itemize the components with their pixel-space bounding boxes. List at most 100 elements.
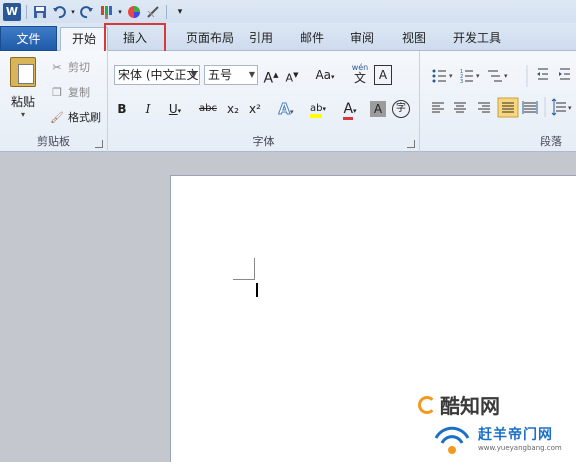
align-center-icon[interactable] <box>454 102 466 113</box>
watermark-url: www.yueyangbang.com <box>478 444 562 452</box>
grow-font-icon: A <box>263 70 274 87</box>
line-spacing-icon[interactable]: ▾ <box>551 98 572 116</box>
quick-access-toolbar: W ▾ ▾ ▾ <box>0 0 576 23</box>
grow-font-button[interactable]: A▲ <box>262 65 280 87</box>
strikethrough-button[interactable]: abc <box>196 99 220 119</box>
paste-icon <box>10 57 36 87</box>
text-cursor <box>256 283 258 297</box>
text-highlight-button[interactable]: ab▾ <box>304 99 332 119</box>
character-shading-button[interactable]: A <box>370 101 386 117</box>
multilevel-list-icon[interactable]: ▾ <box>488 70 508 82</box>
draw-icon[interactable] <box>145 4 161 20</box>
clipboard-group-label: 剪贴板 <box>37 135 70 148</box>
enclose-characters-button[interactable]: 字 <box>392 100 410 118</box>
font-color-icon: A <box>343 101 354 120</box>
tab-file[interactable]: 文件 <box>0 26 57 51</box>
change-case-icon: Aa <box>315 68 332 82</box>
tab-review[interactable]: 审阅 <box>347 27 377 51</box>
qat-separator <box>26 4 27 19</box>
paragraph-controls: ▾ 1 2 3 ▾ ▾ ▾ <box>432 65 572 118</box>
decrease-indent-icon[interactable] <box>537 68 548 80</box>
clipboard-group: 粘贴 ▾ ✂ 剪切 ❐ 复制 🖌 格式刷 剪贴板 <box>0 51 108 152</box>
svg-text:▾: ▾ <box>504 72 508 80</box>
font-name-select[interactable]: 宋体 (中文正文 ▼ <box>114 65 200 85</box>
align-right-icon[interactable] <box>478 102 490 113</box>
tab-page-layout[interactable]: 页面布局 <box>170 27 250 51</box>
tab-mailings[interactable]: 邮件 <box>297 27 327 51</box>
ribbon: 粘贴 ▾ ✂ 剪切 ❐ 复制 🖌 格式刷 剪贴板 宋体 (中文正文 ▼ 五号 ▼… <box>0 51 576 152</box>
font-group-label: 字体 <box>252 135 275 148</box>
cut-button[interactable]: ✂ 剪切 <box>50 59 90 75</box>
tab-references[interactable]: 引用 <box>246 27 276 51</box>
copy-icon: ❐ <box>52 85 62 99</box>
undo-dropdown-icon[interactable]: ▾ <box>70 4 76 20</box>
word-app-icon[interactable]: W <box>3 2 21 21</box>
svg-text:3: 3 <box>460 79 463 85</box>
font-size-value: 五号 <box>208 68 233 82</box>
customize-qat-icon[interactable]: ▾ <box>172 4 188 20</box>
format-painter-label: 格式刷 <box>68 111 101 124</box>
highlighter-icon: ab <box>310 103 323 118</box>
change-case-button[interactable]: Aa▾ <box>312 65 338 85</box>
format-painter-icon[interactable] <box>98 4 114 20</box>
svg-text:▾: ▾ <box>449 72 453 80</box>
italic-button[interactable]: I <box>140 99 156 119</box>
numbering-icon[interactable]: 1 2 3 ▾ <box>460 69 480 85</box>
justify-icon[interactable] <box>497 97 519 118</box>
document-page[interactable] <box>170 175 576 462</box>
redo-icon[interactable] <box>79 4 95 20</box>
brush-icon: 🖌 <box>50 110 64 124</box>
paste-button[interactable]: 粘贴 ▾ <box>6 57 40 125</box>
font-color-button[interactable]: A▾ <box>338 99 362 120</box>
undo-icon[interactable] <box>51 4 67 20</box>
tab-insert[interactable]: 插入 <box>106 27 164 51</box>
increase-indent-icon[interactable] <box>559 68 570 80</box>
font-group: 宋体 (中文正文 ▼ 五号 ▼ A▲ A▼ Aa▾ wén 文 A B I U▾ … <box>108 51 420 152</box>
margin-corner-mark <box>254 258 255 280</box>
underline-button[interactable]: U▾ <box>164 99 186 119</box>
qat-separator <box>166 4 167 19</box>
watermark-kuzhi: 酷知网 <box>418 390 500 419</box>
paragraph-group: ▾ 1 2 3 ▾ ▾ ▾ 段落 <box>420 51 576 152</box>
chevron-down-icon: ▼ <box>190 70 197 79</box>
wifi-logo-icon <box>434 426 470 454</box>
ribbon-tab-bar: 文件 开始 插入 页面布局 引用 邮件 审阅 视图 开发工具 <box>0 23 576 51</box>
subscript-button[interactable]: x₂ <box>224 99 242 119</box>
phonetic-guide-button[interactable]: wén 文 <box>350 63 370 84</box>
bullets-icon[interactable]: ▾ <box>432 69 454 83</box>
format-painter-dropdown-icon[interactable]: ▾ <box>117 4 123 20</box>
paragraph-group-label: 段落 <box>540 135 562 148</box>
paste-dropdown-icon[interactable]: ▾ <box>6 110 40 119</box>
svg-text:▾: ▾ <box>568 104 572 112</box>
tab-developer[interactable]: 开发工具 <box>449 27 505 51</box>
character-border-icon: A <box>378 68 388 82</box>
paste-label: 粘贴 <box>10 95 35 109</box>
superscript-button[interactable]: x² <box>246 99 264 119</box>
watermark-yueyang: 赶羊帝门网 www.yueyangbang.com <box>432 422 572 460</box>
align-left-icon[interactable] <box>432 102 444 113</box>
text-effects-icon: A <box>278 100 291 119</box>
cut-label: 剪切 <box>68 61 90 74</box>
copy-button[interactable]: ❐ 复制 <box>50 84 90 100</box>
distributed-icon[interactable] <box>522 101 538 114</box>
watermark-brand1: 酷知网 <box>440 394 500 418</box>
save-icon[interactable] <box>32 4 48 20</box>
font-launcher-icon[interactable] <box>407 140 415 148</box>
scissors-icon: ✂ <box>52 60 62 74</box>
watermark-brand2: 赶羊帝门网 <box>478 427 553 443</box>
copy-label: 复制 <box>68 86 90 99</box>
svg-text:▾: ▾ <box>476 72 480 80</box>
character-border-button[interactable]: A <box>374 65 392 85</box>
tab-home[interactable]: 开始 <box>60 27 108 51</box>
chevron-down-icon: ▼ <box>248 70 255 79</box>
format-painter-button[interactable]: 🖌 格式刷 <box>50 109 101 125</box>
bold-button[interactable]: B <box>114 99 130 119</box>
color-wheel-icon[interactable] <box>126 4 142 20</box>
shrink-font-button[interactable]: A▼ <box>284 65 300 85</box>
text-effects-button[interactable]: A▾ <box>274 99 298 119</box>
clipboard-launcher-icon[interactable] <box>95 140 103 148</box>
tab-view[interactable]: 视图 <box>399 27 429 51</box>
margin-corner-mark <box>233 279 255 280</box>
underline-icon: U <box>168 102 178 116</box>
font-size-select[interactable]: 五号 ▼ <box>204 65 258 85</box>
